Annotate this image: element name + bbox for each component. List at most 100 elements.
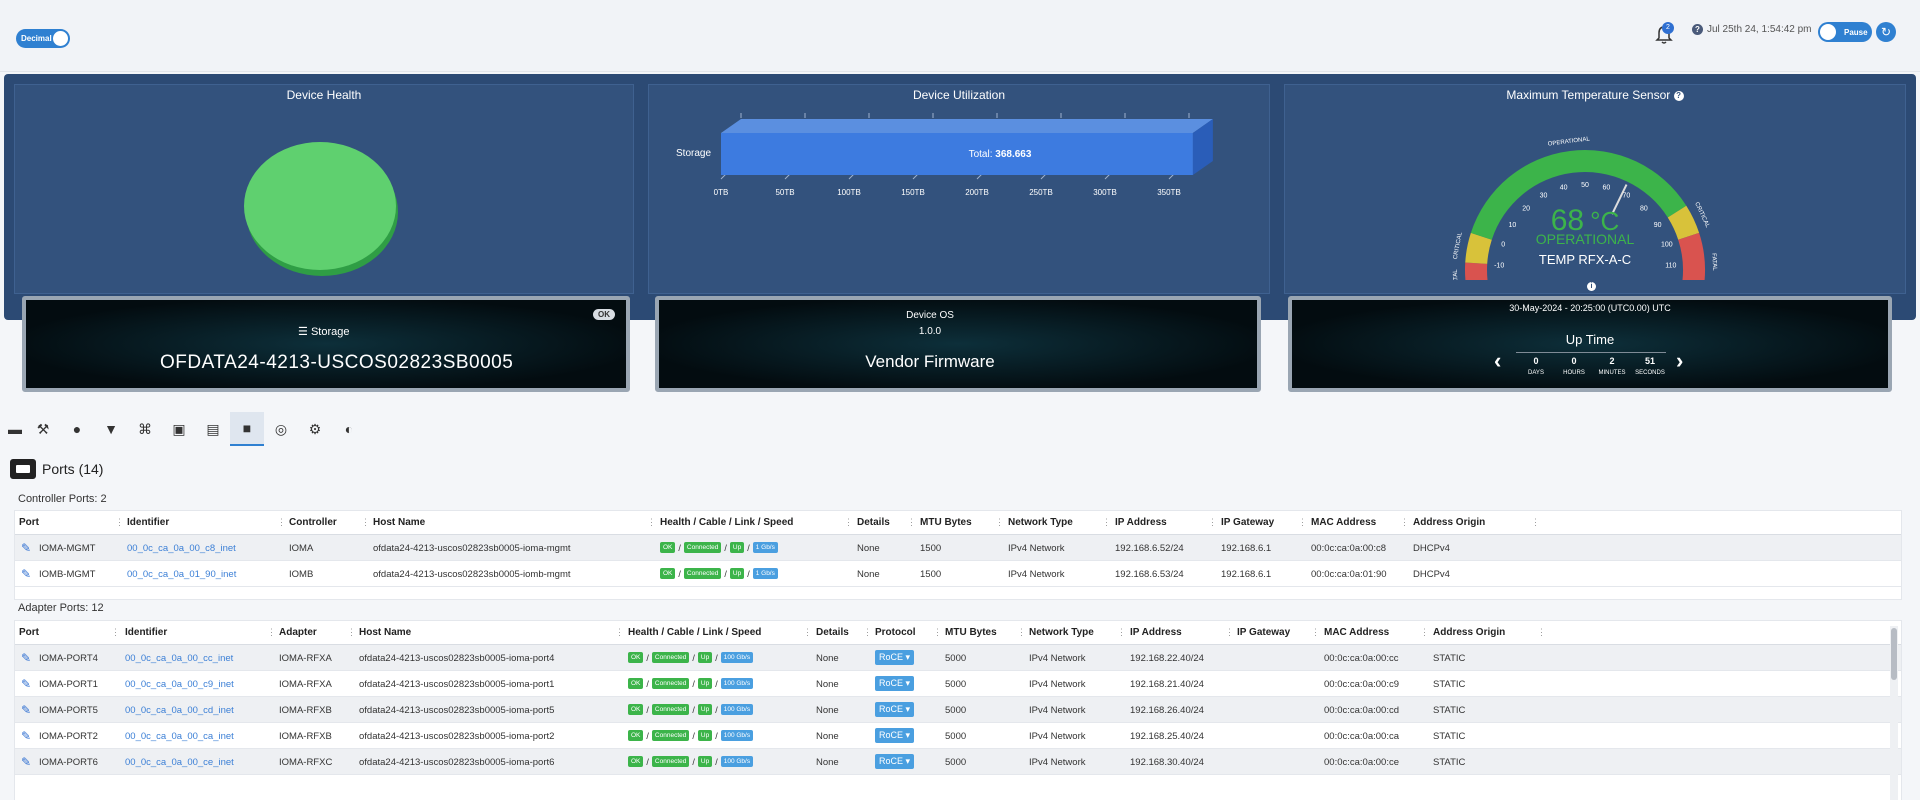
column-header[interactable]: Identifier — [125, 627, 167, 638]
axis-tick-label: 250TB — [1029, 188, 1053, 197]
column-menu-icon[interactable]: ⋮ — [111, 627, 120, 638]
column-header[interactable]: Controller — [289, 517, 337, 528]
column-menu-icon[interactable]: ⋮ — [1400, 517, 1409, 528]
column-menu-icon[interactable]: ⋮ — [844, 517, 853, 528]
column-menu-icon[interactable]: ⋮ — [361, 517, 370, 528]
column-header[interactable]: Identifier — [127, 517, 169, 528]
port-identifier-link[interactable]: 00_0c_ca_0a_01_90_inet — [127, 569, 236, 580]
column-menu-icon[interactable]: ⋮ — [1537, 627, 1546, 638]
edit-icon[interactable]: ✎ — [21, 567, 31, 581]
column-header[interactable]: IP Gateway — [1237, 627, 1290, 638]
column-menu-icon[interactable]: ⋮ — [863, 627, 872, 638]
drive-icon[interactable]: ▬ — [4, 412, 26, 446]
column-header[interactable]: IP Address — [1115, 517, 1167, 528]
scrollbar-thumb[interactable] — [1891, 628, 1897, 680]
utilization-bar — [721, 133, 1193, 175]
chevron-left-icon[interactable]: ‹ — [1494, 348, 1501, 374]
memory-icon[interactable]: ▤ — [196, 412, 230, 446]
wireless-icon[interactable]: ◎ — [264, 412, 298, 446]
port-identifier-link[interactable]: 00_0c_ca_0a_00_c9_inet — [125, 679, 234, 690]
column-menu-icon[interactable]: ⋮ — [1102, 517, 1111, 528]
edit-icon[interactable]: ✎ — [21, 729, 31, 743]
protocol-dropdown[interactable]: RoCE ▾ — [875, 676, 915, 691]
port-identifier-link[interactable]: 00_0c_ca_0a_00_ca_inet — [125, 731, 234, 742]
column-menu-icon[interactable]: ⋮ — [1298, 517, 1307, 528]
table-row[interactable]: ✎ IOMB-MGMT 00_0c_ca_0a_01_90_inet IOMB ofda… — [15, 561, 1901, 587]
host-name: ofdata24-4213-uscos02823sb0005-iomb-mgmt — [373, 569, 571, 580]
protocol-dropdown[interactable]: RoCE ▾ — [875, 728, 915, 743]
column-header[interactable]: Details — [816, 627, 849, 638]
column-header[interactable]: IP Gateway — [1221, 517, 1274, 528]
help-icon[interactable]: ? — [1692, 24, 1703, 35]
column-header[interactable]: Health / Cable / Link / Speed — [628, 627, 761, 638]
column-header[interactable]: Host Name — [373, 517, 425, 528]
column-menu-icon[interactable]: ⋮ — [1311, 627, 1320, 638]
column-header[interactable]: MAC Address — [1324, 627, 1389, 638]
network-icon[interactable]: ⌘ — [128, 412, 162, 446]
column-header[interactable]: IP Address — [1130, 627, 1182, 638]
table-row[interactable]: ✎ IOMA-PORT6 00_0c_ca_0a_00_ce_inet IOMA-RF… — [15, 749, 1901, 775]
ports-icon[interactable]: ■ — [230, 412, 264, 446]
edit-icon[interactable]: ✎ — [21, 755, 31, 769]
port-identifier-link[interactable]: 00_0c_ca_0a_00_c8_inet — [127, 543, 236, 554]
location-pin-icon[interactable]: ▼ — [94, 412, 128, 446]
globe-icon[interactable]: ◐ — [332, 412, 366, 446]
table-row[interactable]: ✎ IOMA-PORT2 00_0c_ca_0a_00_ca_inet IOMA-RF… — [15, 723, 1901, 749]
edit-icon[interactable]: ✎ — [21, 677, 31, 691]
table-row[interactable]: ✎ IOMA-MGMT 00_0c_ca_0a_00_c8_inet IOMA ofda… — [15, 535, 1901, 561]
column-header[interactable]: Port — [19, 627, 39, 638]
table-row[interactable]: ✎ IOMA-PORT4 00_0c_ca_0a_00_cc_inet IOMA-RF… — [15, 645, 1901, 671]
port-identifier-link[interactable]: 00_0c_ca_0a_00_ce_inet — [125, 757, 234, 768]
pause-toggle[interactable]: Pause — [1818, 22, 1872, 42]
column-header[interactable]: MTU Bytes — [920, 517, 972, 528]
column-header[interactable]: Port — [19, 517, 39, 528]
column-menu-icon[interactable]: ⋮ — [1017, 627, 1026, 638]
protocol-dropdown[interactable]: RoCE ▾ — [875, 650, 915, 665]
column-menu-icon[interactable]: ⋮ — [347, 627, 356, 638]
column-menu-icon[interactable]: ⋮ — [1531, 517, 1540, 528]
table-row[interactable]: ✎ IOMA-PORT5 00_0c_ca_0a_00_cd_inet IOMA-RF… — [15, 697, 1901, 723]
protocol-dropdown[interactable]: RoCE ▾ — [875, 702, 915, 717]
column-header[interactable]: Protocol — [875, 627, 916, 638]
column-header[interactable]: Address Origin — [1413, 517, 1485, 528]
protocol-dropdown[interactable]: RoCE ▾ — [875, 754, 915, 769]
processor-icon[interactable]: ▣ — [162, 412, 196, 446]
column-menu-icon[interactable]: ⋮ — [1420, 627, 1429, 638]
edit-icon[interactable]: ✎ — [21, 541, 31, 555]
column-header[interactable]: Adapter — [279, 627, 317, 638]
column-header[interactable]: Health / Cable / Link / Speed — [660, 517, 793, 528]
port-identifier-link[interactable]: 00_0c_ca_0a_00_cc_inet — [125, 653, 233, 664]
column-menu-icon[interactable]: ⋮ — [803, 627, 812, 638]
column-header[interactable]: Address Origin — [1433, 627, 1505, 638]
column-menu-icon[interactable]: ⋮ — [1225, 627, 1234, 638]
column-header[interactable]: Host Name — [359, 627, 411, 638]
column-menu-icon[interactable]: ⋮ — [277, 517, 286, 528]
edit-icon[interactable]: ✎ — [21, 651, 31, 665]
chevron-right-icon[interactable]: › — [1676, 348, 1683, 374]
column-header[interactable]: MAC Address — [1311, 517, 1376, 528]
column-menu-icon[interactable]: ⋮ — [933, 627, 942, 638]
column-menu-icon[interactable]: ⋮ — [115, 517, 124, 528]
column-menu-icon[interactable]: ⋮ — [1208, 517, 1217, 528]
refresh-button[interactable]: ↻ — [1876, 22, 1896, 42]
edit-icon[interactable]: ✎ — [21, 703, 31, 717]
column-menu-icon[interactable]: ⋮ — [1117, 627, 1126, 638]
column-menu-icon[interactable]: ⋮ — [615, 627, 624, 638]
column-menu-icon[interactable]: ⋮ — [267, 627, 276, 638]
gear-icon[interactable]: ⚙ — [298, 412, 332, 446]
decimal-toggle[interactable]: Decimal — [16, 29, 70, 48]
port-identifier-link[interactable]: 00_0c_ca_0a_00_cd_inet — [125, 705, 234, 716]
column-menu-icon[interactable]: ⋮ — [647, 517, 656, 528]
info-icon[interactable]: i — [1587, 282, 1596, 291]
user-icon[interactable]: ● — [60, 412, 94, 446]
column-header[interactable]: Details — [857, 517, 890, 528]
help-icon[interactable]: ? — [1673, 90, 1684, 101]
tools-icon[interactable]: ⚒ — [26, 412, 60, 446]
column-header[interactable]: Network Type — [1029, 627, 1094, 638]
column-menu-icon[interactable]: ⋮ — [995, 517, 1004, 528]
column-header[interactable]: Network Type — [1008, 517, 1073, 528]
column-menu-icon[interactable]: ⋮ — [907, 517, 916, 528]
table-row[interactable]: ✎ IOMA-PORT1 00_0c_ca_0a_00_c9_inet IOMA-RF… — [15, 671, 1901, 697]
speed-pill: 100 Gb/s — [720, 678, 754, 689]
column-header[interactable]: MTU Bytes — [945, 627, 997, 638]
